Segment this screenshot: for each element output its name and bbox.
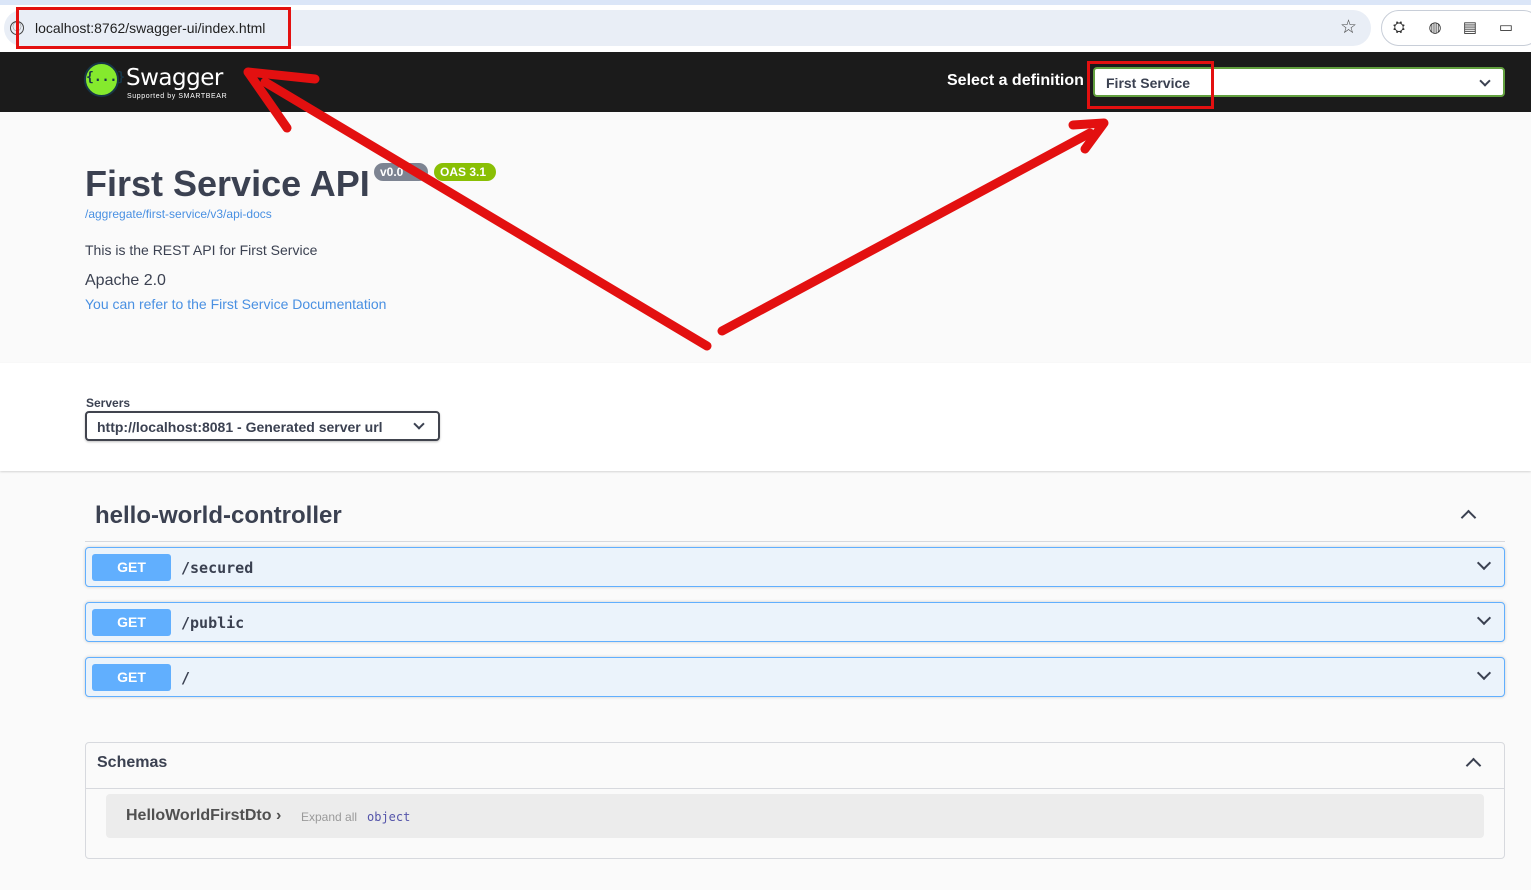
api-info-section: First Service API v0.0 OAS 3.1 /aggregat… (0, 112, 1531, 363)
swagger-logo-text[interactable]: Swagger (126, 65, 223, 91)
api-description: This is the REST API for First Service (85, 242, 318, 258)
servers-section: Servers http://localhost:8081 - Generate… (0, 363, 1531, 471)
expand-all-link[interactable]: Expand all (301, 810, 357, 824)
screenshot-root: ⓘ localhost:8762/swagger-ui/index.html ☆… (0, 0, 1531, 890)
license-text[interactable]: Apache 2.0 (85, 272, 166, 290)
schemas-title[interactable]: Schemas (97, 754, 167, 772)
swagger-topbar: {...} Swagger Supported by SMARTBEAR Sel… (0, 52, 1531, 112)
method-badge: GET (92, 609, 171, 636)
method-badge: GET (92, 664, 171, 691)
chevron-up-icon[interactable] (1460, 509, 1477, 526)
api-title: First Service API (85, 163, 370, 204)
chevron-down-icon (1479, 75, 1491, 87)
swagger-logo-tagline: Supported by SMARTBEAR (127, 93, 228, 100)
controller-title[interactable]: hello-world-controller (95, 502, 342, 530)
chevron-down-icon[interactable] (1476, 555, 1492, 571)
url-highlight-box (16, 7, 291, 49)
method-badge: GET (92, 554, 171, 581)
operation-path: /public (181, 614, 245, 632)
controller-tag-header[interactable]: hello-world-controller (85, 492, 1505, 542)
servers-label: Servers (86, 396, 131, 410)
operation-get-root[interactable]: GET / (85, 657, 1505, 697)
external-docs-link[interactable]: You can refer to the First Service Docum… (85, 296, 386, 312)
operation-get-public[interactable]: GET /public (85, 602, 1505, 642)
servers-selected-value: http://localhost:8081 - Generated server… (97, 419, 383, 435)
chevron-down-icon (413, 418, 425, 430)
extensions-bar: ⛭ ◍ ▤ ▭ (1381, 10, 1531, 46)
definition-highlight-box (1087, 61, 1214, 109)
bookmark-star-icon[interactable]: ☆ (1340, 16, 1357, 39)
logo-braces: {...} (86, 70, 126, 85)
model-type: object (367, 810, 411, 824)
chevron-down-icon[interactable] (1476, 610, 1492, 626)
version-badge: v0.0 (374, 163, 428, 181)
expand-arrow-icon[interactable]: › (276, 807, 281, 825)
chevron-down-icon[interactable] (1476, 665, 1492, 681)
api-docs-link[interactable]: /aggregate/first-service/v3/api-docs (85, 207, 272, 221)
extension-icon[interactable]: ◍ (1426, 19, 1444, 37)
oas-badge: OAS 3.1 (434, 163, 496, 181)
operation-get-secured[interactable]: GET /secured (85, 547, 1505, 587)
definition-label: Select a definition (947, 72, 1084, 89)
model-name[interactable]: HelloWorldFirstDto (126, 807, 271, 825)
extension-icon[interactable]: ⛭ (1390, 19, 1408, 37)
extension-icon[interactable]: ▤ (1461, 19, 1479, 37)
extension-icon[interactable]: ▭ (1497, 19, 1515, 37)
schema-model-row[interactable]: HelloWorldFirstDto › Expand all object (106, 794, 1484, 838)
operation-path: / (181, 669, 191, 687)
operation-path: /secured (181, 559, 254, 577)
schemas-section: Schemas HelloWorldFirstDto › Expand all … (85, 742, 1505, 859)
servers-select[interactable]: http://localhost:8081 - Generated server… (85, 411, 440, 441)
divider (86, 788, 1504, 789)
browser-tab-strip-edge (0, 0, 1531, 5)
chevron-up-icon[interactable] (1465, 757, 1482, 774)
swagger-logo-icon[interactable]: {...} (84, 62, 126, 97)
